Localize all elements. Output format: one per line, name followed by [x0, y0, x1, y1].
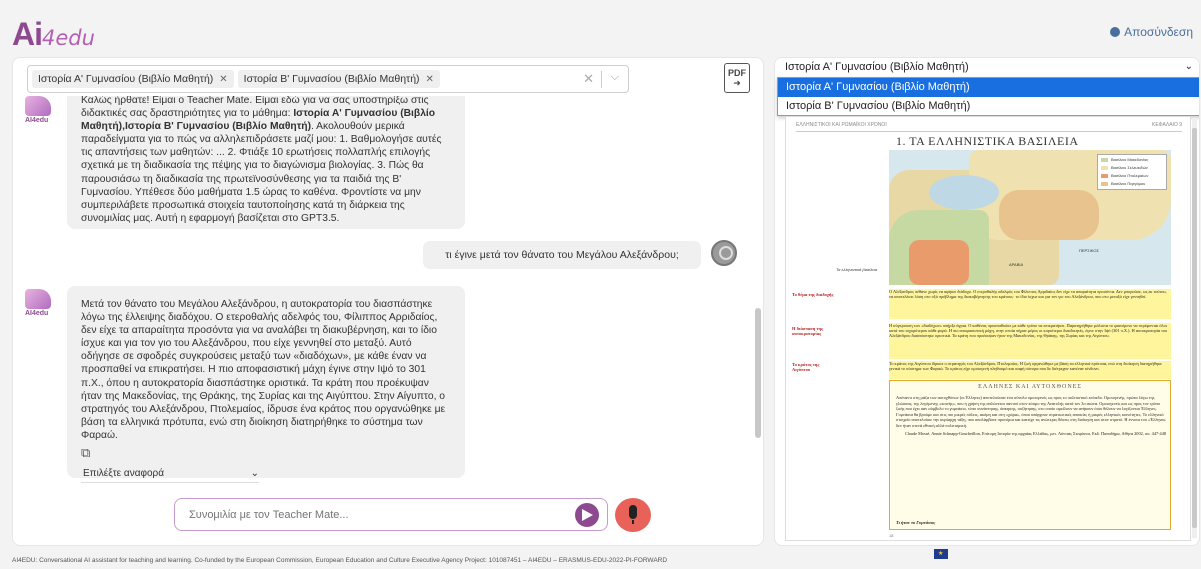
book-option[interactable]: Ιστορία Β' Γυμνασίου (Βιβλίο Μαθητή) [778, 97, 1199, 116]
hellenistic-kingdoms-map: ΑΡΑΒΙΑ ΠΕΡΣΙΚΟΣ Βασίλειο Μακεδονίας Βασί… [889, 150, 1171, 285]
separator [601, 71, 602, 88]
chat-history[interactable]: AI4edu Καλώς ήρθατε! Είμαι ο Teacher Mat… [13, 96, 753, 491]
page-number: 18 [889, 533, 894, 538]
source-question: Τι ήταν το Γυμνάσιο; [896, 520, 936, 525]
viewer-scrollbar[interactable] [1192, 118, 1197, 538]
bot-answer-message: Μετά τον θάνατο του Μεγάλου Αλεξάνδρου, … [67, 286, 465, 484]
book-viewer-panel: Ιστορία Α' Γυμνασίου (Βιβλίο Μαθητή) ⌄ Ι… [774, 57, 1200, 546]
send-button[interactable] [575, 503, 599, 527]
source-box: ΕΛΛΗΝΕΣ ΚΑΙ ΑΥΤΟΧΘΟΝΕΣ Απέναντι στη μάζα… [889, 380, 1171, 530]
legend-item: Βασίλειο Περγάμου [1101, 181, 1163, 187]
chevron-down-icon[interactable]: ⌵ [611, 71, 619, 84]
map-label: ΑΡΑΒΙΑ [1009, 262, 1024, 267]
user-icon [1110, 27, 1121, 37]
selected-book-tag: Ιστορία Α' Γυμνασίου (Βιβλίο Μαθητή) ✕ [32, 70, 234, 88]
page-header-right: ΚΕΦΑΛΑΙΟ 9 [1152, 122, 1182, 128]
chat-panel: Ιστορία Α' Γυμνασίου (Βιβλίο Μαθητή) ✕ Ι… [12, 57, 764, 546]
source-box-title: ΕΛΛΗΝΕΣ ΚΑΙ ΑΥΤΟΧΘΟΝΕΣ [978, 384, 1082, 390]
bot-avatar-label: AI4edu [25, 117, 49, 124]
source-box-text: Απέναντι στη μάζα των αυτοχθόνων (οι Έλλ… [896, 395, 1166, 436]
book-select-dropdown: Ιστορία Α' Γυμνασίου (Βιβλίο Μαθητή) Ιστ… [777, 77, 1199, 116]
margin-note: Η διάσπαση της αυτοκρατορίας [792, 326, 823, 336]
page-header: ΕΛΛΗΝΙΣΤΙΚΟΙ ΚΑΙ ΡΩΜΑΪΚΟΙ ΧΡΟΝΟΙ ΚΕΦΑΛΑΙ… [796, 122, 1182, 132]
clear-selection-icon[interactable]: ✕ [583, 71, 594, 87]
chat-input-box [174, 498, 608, 531]
pdf-export-button[interactable]: PDF ➜ [724, 63, 750, 93]
logout-link[interactable]: Αποσύνδεση [1110, 25, 1193, 39]
bot-welcome-message: Καλώς ήρθατε! Είμαι ο Teacher Mate. Είμα… [67, 96, 465, 229]
tag-label: Ιστορία Α' Γυμνασίου (Βιβλίο Μαθητή) [38, 73, 214, 85]
source-citation: Claude Mossé, Annie Schnapp-Gourbeillon,… [904, 430, 1166, 436]
page-paragraph: Η σύγκρουση των «διαδόχων» υπήρξε άγρια.… [889, 323, 1171, 359]
microphone-button[interactable] [615, 498, 651, 532]
bot-avatar-label: AI4edu [25, 310, 49, 317]
legend-item: Βασίλειο Πτολεμαίων [1101, 173, 1163, 179]
page-title: 1. ΤΑ ΕΛΛΗΝΙΣΤΙΚΑ ΒΑΣΙΛΕΙΑ [896, 134, 1079, 148]
copy-icon[interactable]: ⧉ [81, 446, 451, 459]
answer-text: Μετά τον θάνατο του Μεγάλου Αλεξάνδρου, … [81, 299, 446, 441]
remove-tag-icon[interactable]: ✕ [426, 74, 434, 85]
user-avatar [711, 240, 737, 266]
source-text: Απέναντι στη μάζα των αυτοχθόνων (οι Έλλ… [896, 395, 1166, 428]
page-paragraph: Ο Αλέξανδρος πέθανε χωρίς να αφήσει διάδ… [889, 289, 1171, 319]
bot-avatar-icon [25, 96, 51, 116]
logo-sub-text: 4edu [42, 26, 95, 50]
map-label: ΠΕΡΣΙΚΟΣ [1079, 248, 1099, 253]
microphone-stand [632, 520, 634, 524]
page-header-left: ΕΛΛΗΝΙΣΤΙΚΟΙ ΚΑΙ ΡΩΜΑΪΚΟΙ ΧΡΟΝΟΙ [796, 122, 887, 128]
selected-book-tag: Ιστορία Β' Γυμνασίου (Βιβλίο Μαθητή) ✕ [237, 70, 440, 88]
pdf-icon-label: PDF [728, 68, 746, 78]
map-caption: Τα ελληνιστικά βασίλεια [836, 267, 878, 272]
book-select[interactable]: Ιστορία Α' Γυμνασίου (Βιβλίο Μαθητή) ⌄ [775, 58, 1199, 76]
chat-scrollbar[interactable] [755, 308, 761, 438]
bot-avatar: AI4edu [25, 96, 55, 126]
remove-tag-icon[interactable]: ✕ [219, 74, 227, 85]
bot-avatar-icon [25, 289, 51, 309]
user-message: τι έγινε μετά τον θάνατο του Μεγάλου Αλε… [423, 241, 701, 269]
book-multiselect[interactable]: Ιστορία Α' Γυμνασίου (Βιβλίο Μαθητή) ✕ Ι… [27, 65, 629, 93]
legend-item: Βασίλειο Μακεδονίας [1101, 157, 1163, 163]
microphone-icon [629, 505, 637, 519]
ai4edu-logo: Ai 4edu [12, 18, 95, 50]
book-option[interactable]: Ιστορία Α' Γυμνασίου (Βιβλίο Μαθητή) [778, 78, 1199, 97]
logo-main-text: Ai [12, 16, 43, 52]
reference-select[interactable]: Επιλέξτε αναφορά ⌄ [81, 465, 259, 484]
margin-note: Το θέμα της διαδοχής [792, 292, 834, 297]
logout-label: Αποσύνδεση [1124, 25, 1193, 39]
chevron-down-icon: ⌄ [1184, 61, 1193, 72]
book-select-value: Ιστορία Α' Γυμνασίου (Βιβλίο Μαθητή) [785, 61, 969, 73]
chevron-down-icon: ⌄ [250, 468, 259, 480]
book-page: ΕΛΛΗΝΙΣΤΙΚΟΙ ΚΑΙ ΡΩΜΑΪΚΟΙ ΧΡΟΝΟΙ ΚΕΦΑΛΑΙ… [785, 116, 1191, 541]
message-text: . Ακολουθούν μερικά παραδείγματα για το … [81, 121, 442, 224]
page-paragraph: Το κράτος της Αιγύπτου ίδρυσε ο στρατηγό… [889, 361, 1171, 379]
map-legend: Βασίλειο Μακεδονίας Βασίλειο Σελευκιδών … [1097, 154, 1167, 190]
chat-input[interactable] [175, 499, 545, 530]
bot-avatar: AI4edu [25, 289, 55, 319]
margin-note: Το κράτος της Αιγύπτου [792, 362, 820, 372]
eu-flag-icon [934, 549, 948, 559]
tag-label: Ιστορία Β' Γυμνασίου (Βιβλίο Μαθητή) [243, 73, 420, 85]
reference-select-label: Επιλέξτε αναφορά [83, 468, 164, 480]
footer-text: AI4EDU: Conversational AI assistant for … [12, 557, 668, 564]
legend-item: Βασίλειο Σελευκιδών [1101, 165, 1163, 171]
user-message-text: τι έγινε μετά τον θάνατο του Μεγάλου Αλε… [445, 249, 679, 261]
